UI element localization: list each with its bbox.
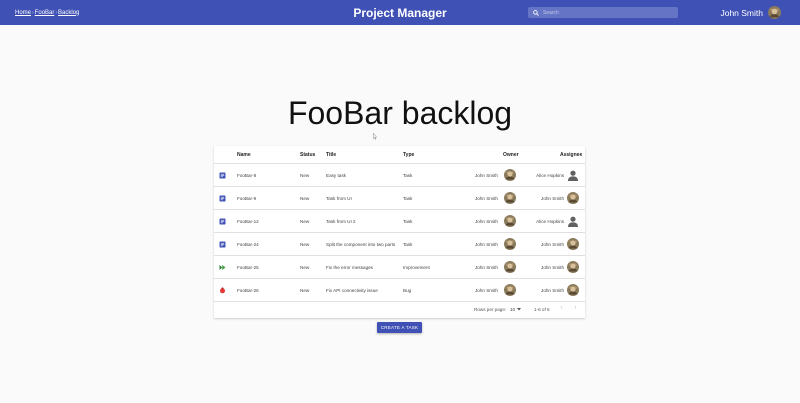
- assignee-name: Alice Hopkins: [536, 173, 564, 178]
- issue-status: New: [300, 173, 310, 178]
- task-icon: [219, 218, 226, 225]
- breadcrumb-separator: ›: [55, 9, 58, 16]
- assignee-name: John Smith: [541, 265, 564, 270]
- column-header-type[interactable]: Type: [403, 152, 414, 158]
- column-header-assignee[interactable]: Assignee: [560, 152, 582, 158]
- issue-status: New: [300, 242, 310, 247]
- create-task-button[interactable]: Create a task: [377, 322, 422, 333]
- breadcrumb-project[interactable]: FooBar: [35, 10, 55, 16]
- issue-type: Task: [403, 173, 413, 178]
- issue-name[interactable]: FooBar-24: [237, 242, 259, 247]
- owner-avatar: [504, 238, 516, 250]
- user-menu[interactable]: John Smith: [720, 0, 781, 25]
- issue-status: New: [300, 196, 310, 201]
- app-bar: Home › FooBar › Backlog Project Manager …: [0, 0, 800, 25]
- user-name: John Smith: [720, 7, 763, 18]
- table-row[interactable]: FooBar-8 New Easy task Task John Smith Alice …: [214, 164, 585, 187]
- issue-status: New: [300, 219, 310, 224]
- bug-icon: [220, 287, 225, 294]
- owner-name: John Smith: [475, 219, 498, 224]
- issue-name[interactable]: FooBar-25: [237, 265, 259, 270]
- issue-title: Task from UI 2: [326, 219, 356, 224]
- table-row[interactable]: FooBar-25 New Fix the error messages Improv…: [214, 256, 585, 279]
- breadcrumb-separator: ›: [32, 9, 34, 16]
- assignee-avatar: [567, 284, 579, 296]
- owner-avatar: [504, 284, 516, 296]
- breadcrumb-backlog[interactable]: Backlog: [58, 10, 79, 16]
- breadcrumb: Home › FooBar › Backlog: [15, 0, 79, 25]
- column-header-title[interactable]: Title: [326, 152, 336, 158]
- assignee-name: John Smith: [541, 242, 564, 247]
- search-icon: [533, 9, 539, 16]
- next-page-icon[interactable]: ›: [571, 304, 580, 313]
- assignee-avatar: [567, 169, 579, 181]
- issue-type: Task: [403, 219, 413, 224]
- table-row[interactable]: FooBar-26 New Fix API connectivity issue Bu…: [214, 279, 585, 302]
- search-box[interactable]: [528, 7, 678, 18]
- issue-name[interactable]: FooBar-9: [237, 196, 256, 201]
- column-header-owner[interactable]: Owner: [503, 152, 519, 158]
- table-pagination: Rows per page: 10 1-6 of 6 ‹ ›: [214, 300, 585, 318]
- assignee-name: John Smith: [541, 196, 564, 201]
- owner-name: John Smith: [475, 288, 498, 293]
- owner-name: John Smith: [475, 265, 498, 270]
- issue-status: New: [300, 288, 310, 293]
- issue-name[interactable]: FooBar-12: [237, 219, 259, 224]
- table-header: Name Status Title Type Owner Assignee: [214, 146, 585, 164]
- owner-avatar: [504, 215, 516, 227]
- issue-status: New: [300, 265, 310, 270]
- previous-page-icon[interactable]: ‹: [557, 304, 566, 313]
- issue-title: Task from UI: [326, 196, 352, 201]
- search-input[interactable]: [543, 9, 673, 16]
- owner-avatar: [504, 261, 516, 273]
- task-icon: [219, 195, 226, 202]
- owner-avatar: [504, 192, 516, 204]
- column-header-status[interactable]: Status: [300, 152, 315, 158]
- backlog-table: Name Status Title Type Owner Assignee Fo…: [214, 146, 585, 318]
- owner-name: John Smith: [475, 196, 498, 201]
- table-row[interactable]: FooBar-24 New Split the component into two…: [214, 233, 585, 256]
- owner-name: John Smith: [475, 242, 498, 247]
- issue-type: Task: [403, 196, 413, 201]
- assignee-name: Alice Hopkins: [536, 219, 564, 224]
- task-icon: [219, 241, 226, 248]
- page-title: FooBar backlog: [287, 95, 513, 131]
- column-header-name[interactable]: Name: [237, 152, 251, 158]
- breadcrumb-home[interactable]: Home: [15, 10, 31, 16]
- issue-name[interactable]: FooBar-26: [237, 288, 259, 293]
- assignee-avatar: [567, 192, 579, 204]
- assignee-avatar: [567, 215, 579, 227]
- issue-title: Fix the error messages: [326, 265, 373, 270]
- issue-type: Bug: [403, 288, 412, 293]
- chevron-down-icon: [517, 308, 521, 311]
- issue-name[interactable]: FooBar-8: [237, 173, 256, 178]
- task-icon: [219, 172, 226, 179]
- avatar: [768, 6, 781, 19]
- assignee-avatar: [567, 238, 579, 250]
- assignee-name: John Smith: [541, 288, 564, 293]
- issue-type: Improvement: [403, 265, 430, 270]
- table-row[interactable]: FooBar-9 New Task from UI Task John Smith Joh…: [214, 187, 585, 210]
- assignee-avatar: [567, 261, 579, 273]
- issue-type: Task: [403, 242, 413, 247]
- pagination-range: 1-6 of 6: [534, 307, 550, 312]
- issue-title: Easy task: [326, 173, 346, 178]
- owner-avatar: [504, 169, 516, 181]
- issue-title: Split the component into two parts: [326, 242, 396, 247]
- issue-title: Fix API connectivity issue: [326, 288, 378, 293]
- app-title: Project Manager: [353, 5, 447, 20]
- table-row[interactable]: FooBar-12 New Task from UI 2 Task John Smith…: [214, 210, 585, 233]
- mouse-cursor-icon: [373, 133, 377, 140]
- improvement-icon: [219, 265, 226, 270]
- owner-name: John Smith: [475, 173, 498, 178]
- rows-per-page-label: Rows per page:: [474, 307, 507, 312]
